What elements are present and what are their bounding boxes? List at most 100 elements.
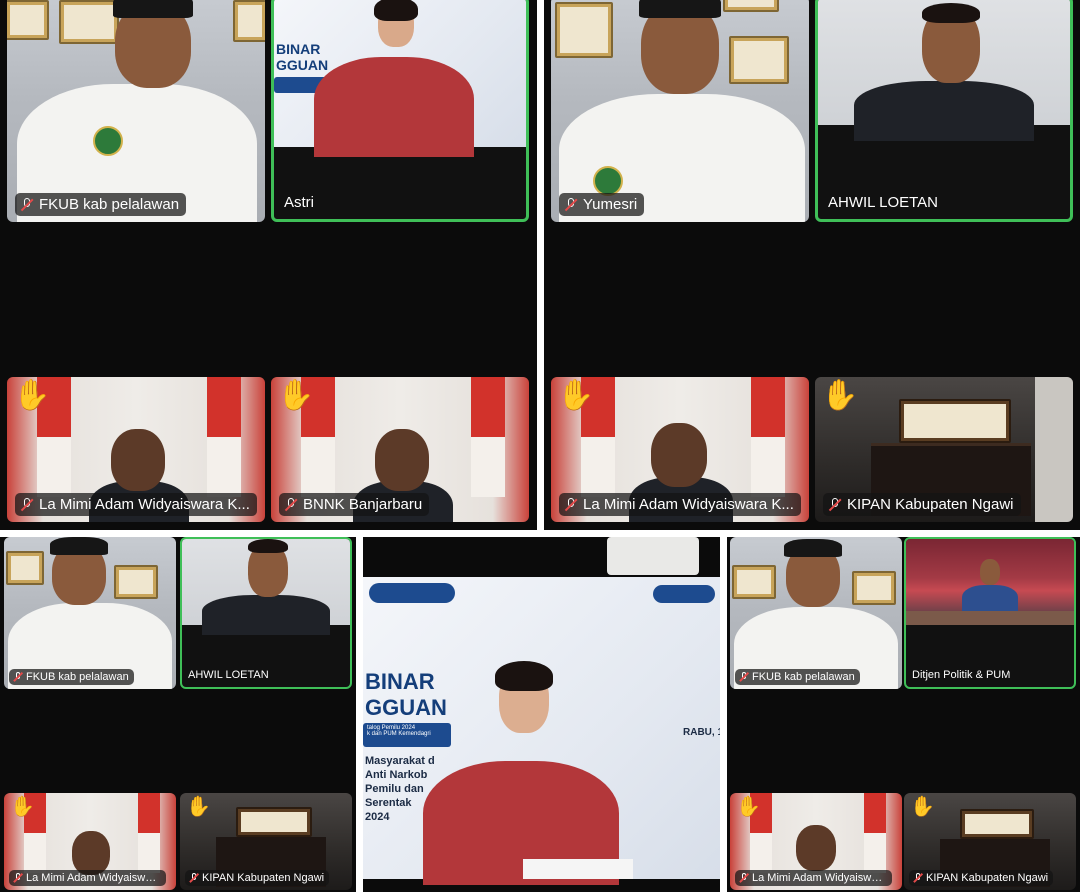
flag-red	[207, 377, 241, 437]
mic-muted-icon	[189, 873, 199, 883]
participant-video	[182, 539, 350, 635]
participant-tile[interactable]: FKUB kab pelalawan	[7, 0, 265, 222]
participant-tile[interactable]: Yumesri	[551, 0, 809, 222]
slide-line: Anti Narkob	[365, 769, 428, 781]
participant-name: BNNK Banjarbaru	[303, 496, 423, 513]
presentation-video: BINAR GGUAN	[274, 0, 526, 157]
participant-tile[interactable]: ✋ La Mimi Adam Widyaiswara K...	[7, 377, 265, 522]
wall-frame	[723, 0, 779, 12]
participant-tile-active-speaker[interactable]: BINAR GGUAN Astri	[271, 0, 529, 222]
participant-name: La Mimi Adam Widyaiswara K...	[752, 872, 887, 884]
participant-cap	[639, 0, 721, 18]
raised-hand-icon: ✋	[13, 379, 51, 412]
flag-white	[24, 833, 46, 873]
participant-label: FKUB kab pelalawan	[735, 669, 860, 685]
participant-name: Astri	[284, 194, 314, 211]
wall-frame	[852, 571, 896, 605]
meeting-panel-2: Yumesri AHWIL LOETAN ✋ La Mimi Adam Widy…	[544, 0, 1080, 530]
mic-muted-icon	[20, 197, 34, 212]
participant-tile[interactable]: FKUB kab pelalawan	[730, 537, 902, 689]
participant-tile[interactable]: ✋ KIPAN Kabupaten Ngawi	[904, 793, 1076, 890]
participant-name: FKUB kab pelalawan	[39, 196, 180, 213]
slide-header-tag	[369, 583, 455, 603]
participant-name: FKUB kab pelalawan	[752, 671, 855, 683]
flag-white	[750, 833, 772, 873]
slide-title-line2: GGUAN	[365, 695, 447, 720]
participant-name: AHWIL LOETAN	[188, 669, 269, 681]
participant-name: KIPAN Kabupaten Ngawi	[847, 496, 1014, 513]
slide-subtitle-box: talog Pemilu 2024 k dan PUM Kemendagri	[363, 723, 451, 747]
participant-name: La Mimi Adam Widyaiswara K...	[583, 496, 794, 513]
participant-tile[interactable]: ✋ BNNK Banjarbaru	[271, 377, 529, 522]
participant-head	[72, 831, 110, 875]
participant-label: Ditjen Politik & PUM	[912, 669, 1010, 681]
flag-white	[301, 437, 335, 497]
participant-label: KIPAN Kabupaten Ngawi	[909, 870, 1054, 886]
participant-name: FKUB kab pelalawan	[26, 671, 129, 683]
mic-muted-icon	[13, 873, 23, 883]
self-view-thumbnail[interactable]	[607, 537, 699, 575]
meeting-panel-3: FKUB kab pelalawan AHWIL LOETAN ✋ La Mim…	[0, 537, 356, 892]
participant-label: AHWIL LOETAN	[188, 669, 269, 681]
participant-body	[202, 595, 330, 635]
flag-white	[37, 437, 71, 497]
participant-head	[375, 429, 429, 491]
mic-muted-icon	[20, 497, 34, 512]
mic-muted-icon	[13, 672, 23, 682]
participant-name: AHWIL LOETAN	[828, 194, 939, 211]
presenter-hair	[374, 0, 418, 21]
participant-tile-active-speaker[interactable]: AHWIL LOETAN	[815, 0, 1073, 222]
slide-line: Pemilu dan	[365, 783, 424, 795]
participant-tile[interactable]: ✋ La Mimi Adam Widyaiswara K...	[551, 377, 809, 522]
participant-label: FKUB kab pelalawan	[9, 669, 134, 685]
participant-label: La Mimi Adam Widyaiswara K...	[9, 870, 166, 886]
mic-muted-icon	[564, 197, 578, 212]
shirt-emblem	[593, 166, 623, 196]
mic-muted-icon	[828, 497, 842, 512]
participant-name: Ditjen Politik & PUM	[912, 669, 1011, 681]
participant-tile[interactable]: FKUB kab pelalawan	[4, 537, 176, 689]
slide-line: Masyarakat d	[365, 755, 435, 767]
participant-label: La Mimi Adam Widyaiswara K...	[15, 493, 257, 516]
flag-white	[864, 833, 886, 873]
mic-muted-icon	[739, 873, 749, 883]
wall-frame	[899, 399, 1011, 443]
participant-label: La Mimi Adam Widyaiswara K...	[559, 493, 801, 516]
participant-head	[796, 825, 836, 871]
flag-white	[138, 833, 160, 873]
participant-label: AHWIL LOETAN	[828, 194, 938, 211]
participant-tile[interactable]: ✋ La Mimi Adam Widyaiswara K...	[4, 793, 176, 890]
participant-cap	[113, 0, 193, 18]
flag-white	[751, 437, 785, 497]
slide-title-line1: BINAR	[365, 669, 435, 694]
slide-logo-tag	[653, 585, 715, 603]
participant-label: KIPAN Kabupaten Ngawi	[823, 493, 1021, 516]
wall-frame	[7, 0, 49, 40]
participant-tile[interactable]: ✋ La Mimi Adam Widyaiswara K...	[730, 793, 902, 890]
participant-head	[111, 429, 165, 491]
mic-muted-icon	[913, 873, 923, 883]
participant-tile[interactable]: ✋ KIPAN Kabupaten Ngawi	[815, 377, 1073, 522]
presenter-video: BINAR GGUAN talog Pemilu 2024 k dan PUM …	[363, 577, 720, 885]
participant-label: KIPAN Kabupaten Ngawi	[185, 870, 330, 886]
participant-tile[interactable]: ✋ KIPAN Kabupaten Ngawi	[180, 793, 352, 890]
presenter-body	[314, 57, 474, 157]
participant-hair	[248, 539, 288, 553]
participant-head	[651, 423, 707, 487]
participant-label: Astri	[284, 194, 314, 211]
raised-hand-icon: ✋	[910, 796, 935, 818]
participant-body	[854, 81, 1034, 141]
participant-tile-active-speaker[interactable]: Ditjen Politik & PUM	[904, 537, 1076, 689]
participant-tile-active-speaker[interactable]: AHWIL LOETAN	[180, 537, 352, 689]
participant-cap	[50, 537, 108, 555]
participant-name: KIPAN Kabupaten Ngawi	[926, 872, 1049, 884]
wall-frame	[960, 809, 1034, 839]
flag-red	[751, 377, 785, 437]
shirt-emblem	[93, 126, 123, 156]
raised-hand-icon: ✋	[10, 796, 35, 818]
slide-date: RABU, 1	[683, 727, 720, 738]
raised-hand-icon: ✋	[821, 379, 859, 412]
wall-frame	[6, 551, 44, 585]
participant-head	[980, 559, 1000, 585]
participant-label: La Mimi Adam Widyaiswara K...	[735, 870, 892, 886]
